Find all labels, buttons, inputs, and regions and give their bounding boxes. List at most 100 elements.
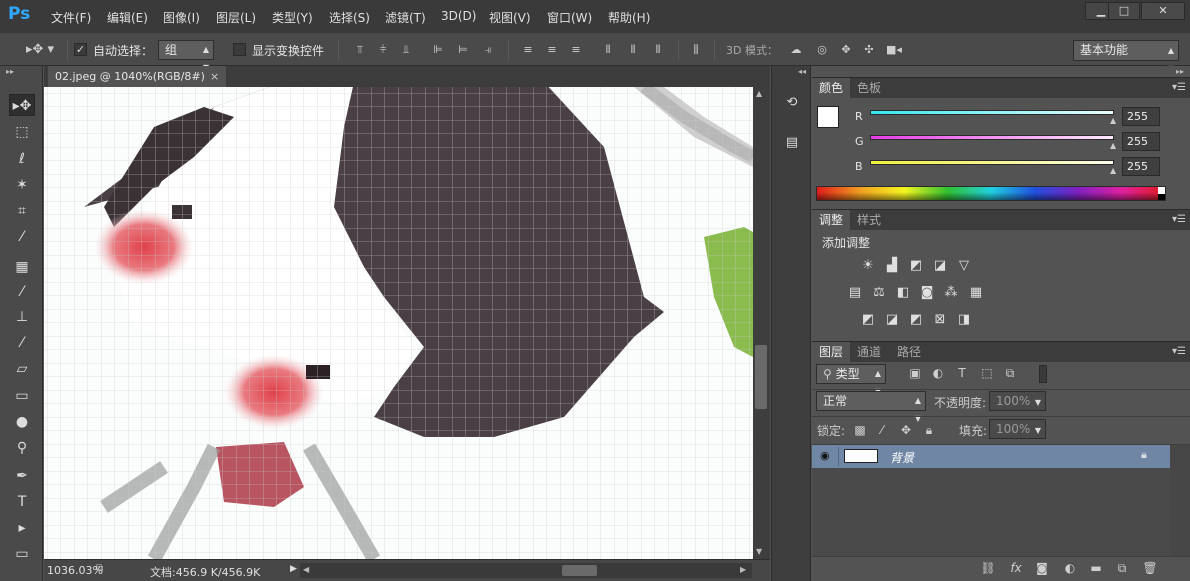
lock-position-icon[interactable]: ✥ bbox=[898, 423, 914, 437]
type-tool-icon[interactable]: T bbox=[9, 491, 35, 513]
tab-adjustments[interactable]: 调整 bbox=[812, 210, 851, 231]
auto-select-checkbox[interactable]: ✓ bbox=[74, 43, 87, 56]
move-tool-preset-icon[interactable]: ▸✥ ▾ bbox=[25, 43, 55, 57]
eye-icon[interactable]: ◉ bbox=[820, 449, 830, 462]
path-selection-icon[interactable]: ▸ bbox=[9, 517, 35, 539]
align-vcenter-icon[interactable]: ⫩ bbox=[375, 43, 391, 57]
horizontal-scroll-thumb[interactable] bbox=[562, 565, 597, 576]
rotate-3d-icon[interactable]: ☁ bbox=[788, 43, 804, 57]
black-swatch[interactable] bbox=[1158, 194, 1165, 200]
panel-menu-icon[interactable]: ▾☰ bbox=[1172, 82, 1186, 93]
filter-pixel-icon[interactable]: ▣ bbox=[907, 366, 923, 380]
menu-help[interactable]: 帮助(H) bbox=[608, 9, 650, 26]
vertical-scrollbar[interactable]: ▲ ▼ bbox=[753, 87, 770, 559]
menu-layer[interactable]: 图层(L) bbox=[216, 9, 256, 26]
magic-wand-icon[interactable]: ✶ bbox=[9, 174, 35, 196]
close-button[interactable]: ✕ bbox=[1141, 2, 1185, 20]
distribute-left-icon[interactable]: ⦀ bbox=[600, 43, 616, 57]
filter-toggle[interactable] bbox=[1039, 365, 1047, 383]
panel-menu-icon[interactable]: ▾☰ bbox=[1172, 214, 1186, 225]
brush-tool-icon[interactable]: ⁄ bbox=[9, 281, 35, 303]
blend-mode-dropdown[interactable]: 正常 ▲ ▼ bbox=[816, 391, 926, 423]
distribute-vcenter-icon[interactable]: ≡ bbox=[544, 43, 560, 57]
layers-scrollbar[interactable] bbox=[1170, 445, 1190, 556]
scroll-down-icon[interactable]: ▼ bbox=[756, 547, 762, 556]
move-tool-icon[interactable]: ▸✥ bbox=[9, 94, 35, 116]
lock-pixels-icon[interactable]: ⁄ bbox=[874, 423, 890, 437]
slider-thumb-icon[interactable]: ▲ bbox=[1110, 166, 1116, 175]
hue-saturation-icon[interactable]: ▤ bbox=[846, 285, 864, 301]
lock-transparency-icon[interactable]: ▩ bbox=[852, 423, 868, 437]
filter-type-icon[interactable]: T bbox=[954, 366, 970, 380]
properties-panel-icon[interactable]: ▤ bbox=[780, 132, 804, 154]
channel-r-slider[interactable] bbox=[870, 110, 1114, 115]
channel-b-value[interactable]: 255 bbox=[1122, 157, 1160, 176]
layer-filter-dropdown[interactable]: ⚲ 类型▲▼ bbox=[816, 364, 886, 396]
document-canvas[interactable] bbox=[44, 87, 753, 559]
eraser-tool-icon[interactable]: ▱ bbox=[9, 358, 35, 380]
fx-icon[interactable]: fx bbox=[1008, 561, 1024, 575]
gradient-tool-icon[interactable]: ▭ bbox=[9, 385, 35, 407]
marquee-tool-icon[interactable]: ⬚ bbox=[9, 121, 35, 143]
tab-swatches[interactable]: 色板 bbox=[850, 78, 888, 99]
menu-type[interactable]: 类型(Y) bbox=[272, 9, 313, 26]
collapse-panels-icon[interactable]: ▸▸ bbox=[1176, 67, 1184, 76]
dodge-tool-icon[interactable]: ⚲ bbox=[9, 437, 35, 459]
expand-dock-icon[interactable]: ◂◂ bbox=[798, 67, 806, 76]
channel-r-value[interactable]: 255 bbox=[1122, 107, 1160, 126]
tab-color[interactable]: 颜色 bbox=[812, 78, 851, 99]
auto-select-dropdown[interactable]: 组▲▼ bbox=[158, 40, 214, 72]
invert-icon[interactable]: ◩ bbox=[859, 312, 877, 328]
align-right-icon[interactable]: ⫣ bbox=[480, 43, 496, 57]
color-balance-icon[interactable]: ⚖ bbox=[870, 285, 888, 301]
foreground-color-swatch[interactable] bbox=[817, 106, 839, 128]
exposure-icon[interactable]: ◪ bbox=[931, 258, 949, 274]
distribute-bottom-icon[interactable]: ≡ bbox=[568, 43, 584, 57]
lasso-tool-icon[interactable]: ℓ bbox=[9, 148, 35, 170]
close-tab-icon[interactable]: × bbox=[210, 66, 219, 87]
menu-view[interactable]: 视图(V) bbox=[489, 9, 531, 26]
align-left-icon[interactable]: ⊫ bbox=[430, 43, 446, 57]
crop-tool-icon[interactable]: ⌗ bbox=[9, 200, 35, 222]
channel-b-slider[interactable] bbox=[870, 160, 1114, 165]
menu-filter[interactable]: 滤镜(T) bbox=[385, 9, 426, 26]
tab-channels[interactable]: 通道 bbox=[850, 342, 888, 363]
levels-icon[interactable]: ▟ bbox=[883, 258, 901, 274]
menu-select[interactable]: 选择(S) bbox=[329, 9, 370, 26]
distribute-right-icon[interactable]: ⦀ bbox=[650, 43, 666, 57]
history-brush-icon[interactable]: ⁄ bbox=[9, 332, 35, 354]
filter-smart-object-icon[interactable]: ⧉ bbox=[1002, 366, 1018, 381]
menu-window[interactable]: 窗口(W) bbox=[547, 9, 592, 26]
channel-g-slider[interactable] bbox=[870, 135, 1114, 140]
photo-filter-icon[interactable]: ◙ bbox=[918, 285, 936, 301]
scroll-up-icon[interactable]: ▲ bbox=[756, 89, 762, 98]
black-white-icon[interactable]: ◧ bbox=[894, 285, 912, 301]
slider-thumb-icon[interactable]: ▲ bbox=[1110, 116, 1116, 125]
tab-layers[interactable]: 图层 bbox=[812, 342, 851, 363]
fill-input[interactable]: 100% ▼ bbox=[989, 419, 1046, 439]
panel-menu-icon[interactable]: ▾☰ bbox=[1172, 346, 1186, 357]
scroll-right-icon[interactable]: ▶ bbox=[740, 565, 746, 574]
gradient-map-icon[interactable]: ◨ bbox=[955, 312, 973, 328]
curves-icon[interactable]: ◩ bbox=[907, 258, 925, 274]
scale-3d-icon[interactable]: ■◂ bbox=[886, 43, 902, 57]
align-top-icon[interactable]: ⫪ bbox=[352, 43, 368, 57]
white-swatch[interactable] bbox=[1158, 187, 1165, 194]
menu-file[interactable]: 文件(F) bbox=[51, 9, 91, 26]
layer-name[interactable]: 背景 bbox=[890, 449, 914, 466]
drag-3d-icon[interactable]: ✥ bbox=[838, 43, 854, 57]
vibrance-icon[interactable]: ▽ bbox=[955, 258, 973, 274]
add-mask-icon[interactable]: ◙ bbox=[1034, 561, 1050, 575]
horizontal-scrollbar[interactable]: ◀ ▶ bbox=[300, 563, 752, 578]
slider-thumb-icon[interactable]: ▲ bbox=[1110, 141, 1116, 150]
menu-image[interactable]: 图像(I) bbox=[163, 9, 200, 26]
brightness-icon[interactable]: ☀ bbox=[859, 258, 877, 274]
color-ramp[interactable] bbox=[816, 186, 1166, 201]
filter-adjustment-icon[interactable]: ◐ bbox=[930, 366, 946, 380]
history-panel-icon[interactable]: ⟲ bbox=[780, 92, 804, 114]
tab-paths[interactable]: 路径 bbox=[890, 342, 928, 363]
pen-tool-icon[interactable]: ✒ bbox=[9, 465, 35, 487]
adjustment-layer-icon[interactable]: ◐ bbox=[1062, 561, 1078, 575]
align-hcenter-icon[interactable]: ⊨ bbox=[455, 43, 471, 57]
lock-all-icon[interactable]: 🔒︎ bbox=[921, 423, 937, 438]
